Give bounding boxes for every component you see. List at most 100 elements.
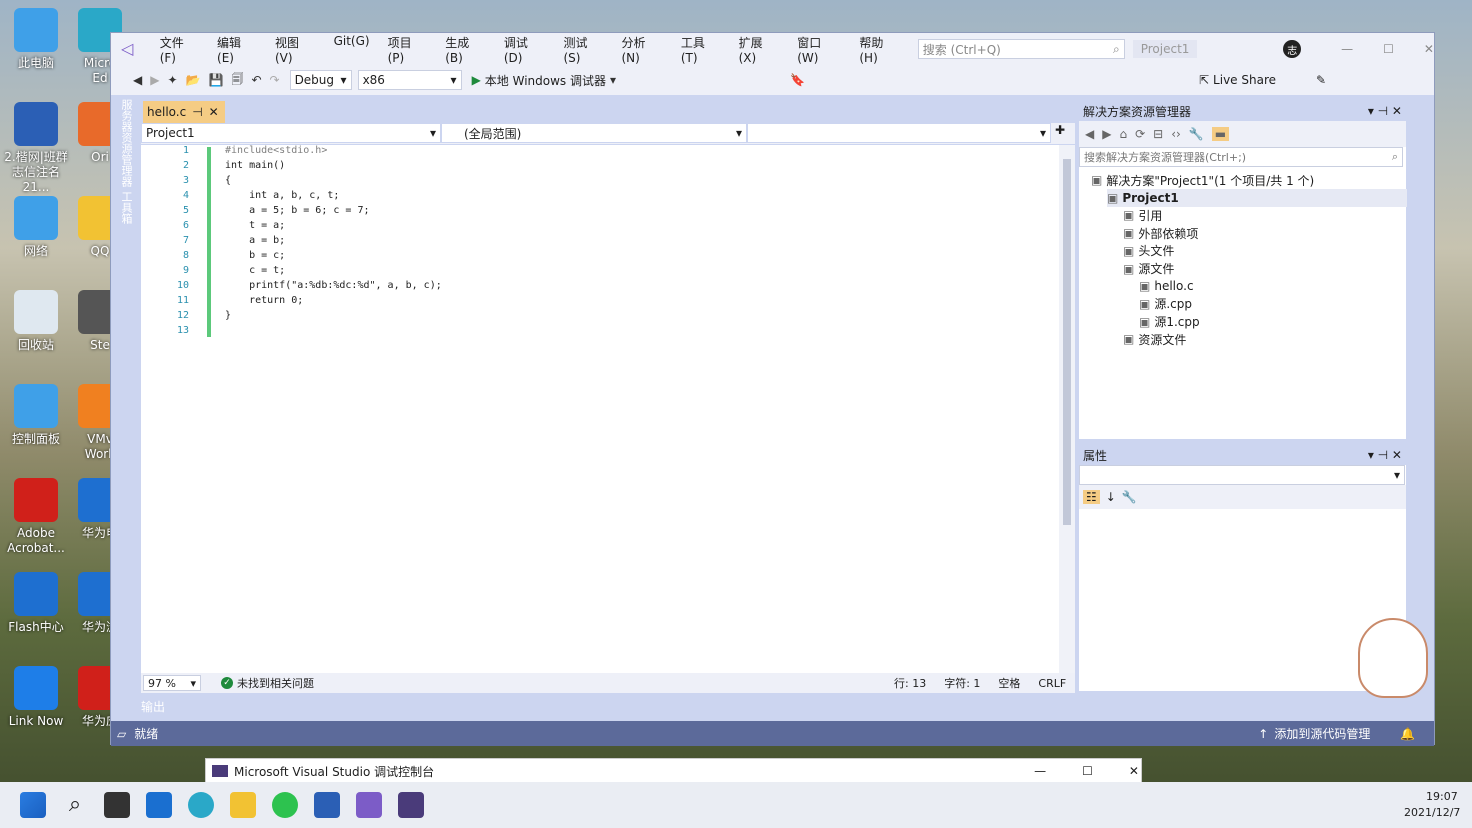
tree-item[interactable]: ▣ 资源文件: [1123, 330, 1186, 348]
task-view-icon[interactable]: [104, 792, 130, 818]
scope-nav-select[interactable]: (全局范围) ▾: [441, 123, 747, 143]
tab-hello-c[interactable]: hello.c ⊣ ✕: [143, 101, 225, 123]
bookmark-icon[interactable]: 🔖: [790, 73, 805, 87]
menu-item[interactable]: 窗口(W): [788, 34, 850, 65]
menu-item[interactable]: 帮助(H): [850, 34, 909, 65]
menu-item[interactable]: 调试(D): [495, 34, 555, 65]
redo-icon[interactable]: ↷: [270, 73, 280, 87]
forward-icon[interactable]: ▶: [150, 73, 159, 87]
save-icon[interactable]: 💾: [208, 73, 223, 87]
tree-item[interactable]: ▣ 源文件: [1123, 260, 1174, 278]
desktop-icon[interactable]: Flash中心: [2, 572, 70, 635]
minimize-icon[interactable]: —: [1341, 42, 1353, 56]
console-icon[interactable]: [398, 792, 424, 818]
alphabetical-icon[interactable]: ↓: [1106, 490, 1116, 504]
open-folder-icon[interactable]: 📂: [186, 73, 201, 87]
split-icon[interactable]: ✚: [1051, 123, 1069, 144]
maximize-icon[interactable]: ☐: [1383, 42, 1394, 56]
desktop-icon[interactable]: 回收站: [2, 290, 70, 353]
menu-item[interactable]: 项目(P): [379, 34, 437, 65]
source-control-button[interactable]: 添加到源代码管理: [1274, 725, 1370, 742]
menu-item[interactable]: 分析(N): [613, 34, 672, 65]
menu-item[interactable]: 扩展(X): [730, 34, 789, 65]
vertical-scrollbar[interactable]: [1059, 145, 1075, 673]
project-nav-select[interactable]: Project1 ▾: [141, 123, 441, 143]
toolbox-tab[interactable]: 工具箱: [118, 191, 134, 224]
sync-icon[interactable]: ⟳: [1135, 127, 1145, 141]
server-explorer-tab[interactable]: 服务器资源管理器: [118, 99, 134, 187]
desktop-icon[interactable]: 网络: [2, 196, 70, 259]
line-text: a = 5; b = 6; c = 7;: [225, 205, 370, 216]
zoom-select[interactable]: 97 % ▾: [143, 675, 201, 691]
tree-item[interactable]: ▣ hello.c: [1139, 277, 1194, 295]
edge-icon[interactable]: [188, 792, 214, 818]
maximize-icon[interactable]: ☐: [1082, 764, 1093, 778]
tree-item[interactable]: ▣ 解决方案"Project1"(1 个项目/共 1 个): [1091, 171, 1314, 189]
widgets-icon[interactable]: [146, 792, 172, 818]
visual-studio-icon[interactable]: [356, 792, 382, 818]
config-select[interactable]: Debug ▾: [289, 70, 352, 90]
properties-object-select[interactable]: ▾: [1079, 465, 1405, 485]
close-icon[interactable]: ✕: [1129, 764, 1139, 778]
search-icon[interactable]: ⌕: [62, 792, 88, 818]
wechat-icon[interactable]: [272, 792, 298, 818]
live-share-icon[interactable]: ⇱: [1199, 73, 1209, 87]
word-icon[interactable]: [314, 792, 340, 818]
close-icon[interactable]: ▾ ⊣ ✕: [1368, 448, 1402, 462]
menu-item[interactable]: 编辑(E): [208, 34, 266, 65]
close-icon[interactable]: ✕: [209, 105, 219, 119]
menu-item[interactable]: 生成(B): [436, 34, 495, 65]
desktop-icon[interactable]: 控制面板: [2, 384, 70, 447]
member-nav-select[interactable]: ▾: [747, 123, 1051, 143]
menu-item[interactable]: 文件(F): [151, 34, 208, 65]
home-icon[interactable]: ⌂: [1119, 127, 1127, 141]
collapse-icon[interactable]: ⊟: [1153, 127, 1163, 141]
desktop-icon[interactable]: 2.楷网|班群 志信注名21...: [2, 102, 70, 195]
feedback-icon[interactable]: ✎: [1316, 73, 1326, 87]
code-view-icon[interactable]: ‹›: [1171, 127, 1181, 141]
chevron-down-icon[interactable]: ▾: [610, 73, 616, 87]
line-number: 6: [182, 220, 189, 231]
solution-search-input[interactable]: 搜索解决方案资源管理器(Ctrl+;) ⌕: [1079, 147, 1403, 167]
undo-icon[interactable]: ↶: [251, 73, 261, 87]
save-all-icon[interactable]: 🗐: [231, 70, 243, 91]
properties-icon[interactable]: 🔧: [1189, 127, 1204, 141]
tree-item[interactable]: ▣ 头文件: [1123, 242, 1174, 260]
output-tab[interactable]: 输出: [141, 698, 165, 715]
desktop-icon[interactable]: 此电脑: [2, 8, 70, 71]
back-icon[interactable]: ◀: [133, 73, 142, 87]
tree-item[interactable]: ▣ 引用: [1123, 206, 1162, 224]
tree-item[interactable]: ▣ 源1.cpp: [1139, 313, 1200, 331]
forward-icon[interactable]: ▶: [1102, 127, 1111, 141]
menu-item[interactable]: 视图(V): [266, 34, 325, 65]
preview-icon[interactable]: ▬: [1211, 127, 1230, 141]
new-item-icon[interactable]: ✦: [167, 73, 177, 87]
minimize-icon[interactable]: —: [1034, 764, 1046, 778]
menu-item[interactable]: 工具(T): [672, 34, 730, 65]
run-icon[interactable]: ▶: [472, 73, 481, 87]
categorized-icon[interactable]: ☷: [1083, 490, 1100, 504]
tree-item[interactable]: ▣ Project1: [1107, 188, 1407, 207]
avatar[interactable]: 志: [1283, 40, 1302, 58]
desktop-icon[interactable]: Adobe Acrobat...: [2, 478, 70, 556]
tree-item[interactable]: ▣ 源.cpp: [1139, 295, 1192, 313]
back-icon[interactable]: ◀: [1085, 127, 1094, 141]
platform-select[interactable]: x86 ▾: [357, 70, 462, 90]
issues-text[interactable]: 未找到相关问题: [237, 675, 314, 691]
bell-icon[interactable]: 🔔: [1400, 727, 1415, 741]
start-icon[interactable]: [20, 792, 46, 818]
close-icon[interactable]: ▾ ⊣ ✕: [1368, 104, 1402, 118]
run-debugger-button[interactable]: 本地 Windows 调试器: [485, 72, 606, 89]
close-icon[interactable]: ✕: [1424, 42, 1434, 56]
code-editor[interactable]: 1 #include<stdio.h> 2 int main() 3{4 int a, …: [141, 145, 1059, 673]
search-input[interactable]: 搜索 (Ctrl+Q): [923, 41, 1001, 58]
desktop-icon[interactable]: Link Now: [2, 666, 70, 729]
menu-item[interactable]: Git(G): [325, 34, 379, 65]
pin-icon[interactable]: ⊣: [192, 105, 202, 119]
tree-item[interactable]: ▣ 外部依赖项: [1123, 224, 1198, 242]
menu-item[interactable]: 测试(S): [554, 34, 612, 65]
live-share-button[interactable]: Live Share: [1213, 73, 1276, 87]
property-pages-icon[interactable]: 🔧: [1122, 490, 1137, 504]
search-box[interactable]: 搜索 (Ctrl+Q) ⌕: [917, 39, 1125, 59]
explorer-icon[interactable]: [230, 792, 256, 818]
